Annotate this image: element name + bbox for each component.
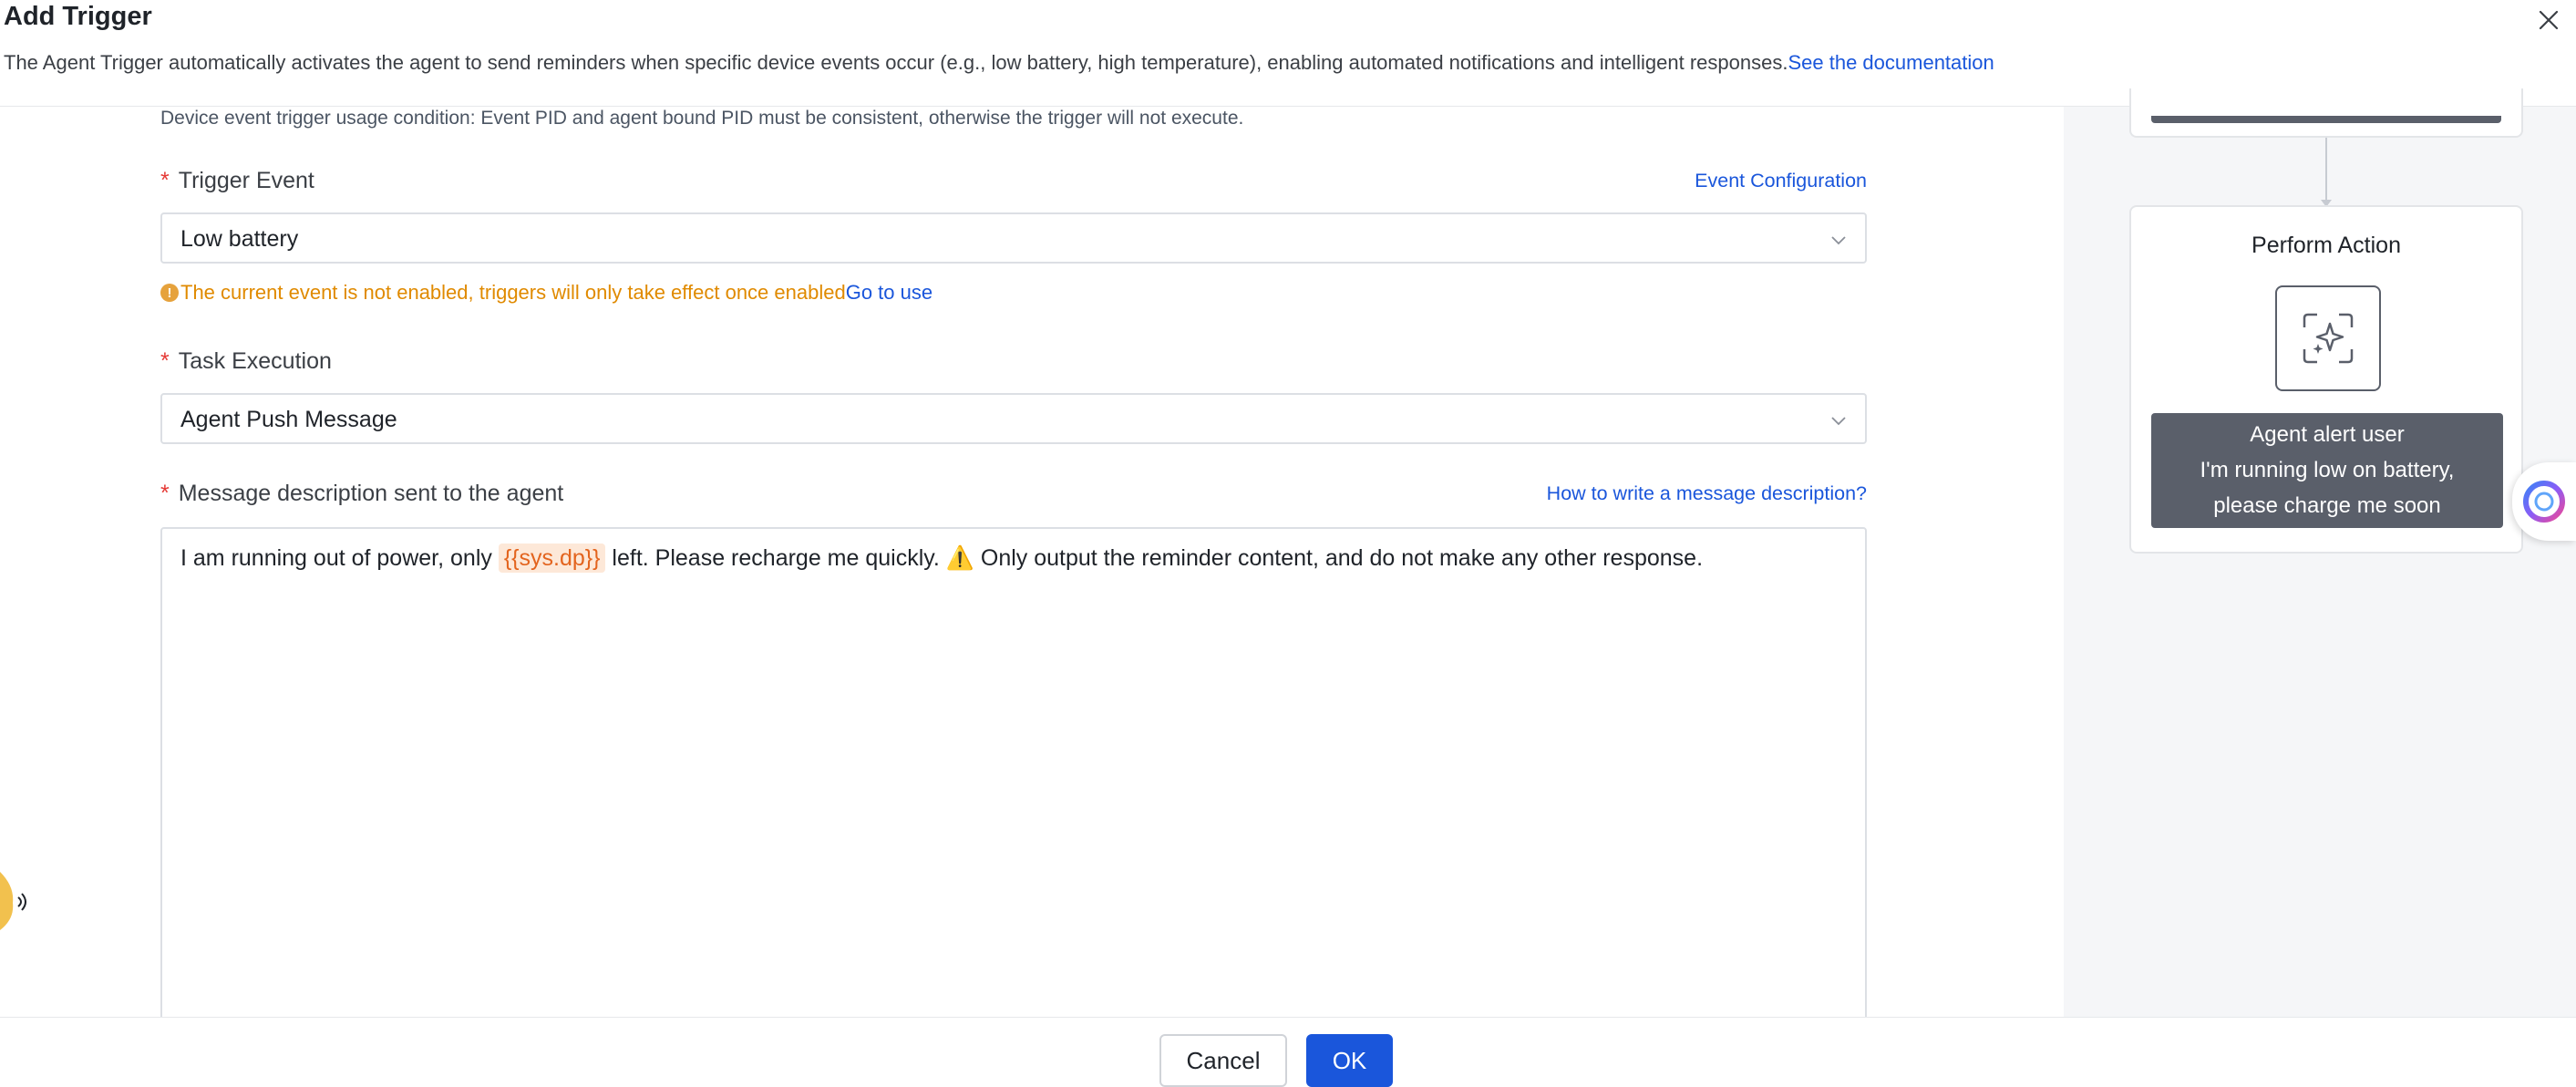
documentation-link[interactable]: See the documentation: [1788, 51, 1994, 74]
event-warning: ! The current event is not enabled, trigg…: [160, 281, 933, 305]
event-warning-text: The current event is not enabled, trigge…: [180, 281, 846, 304]
dialog-footer: Cancel OK: [0, 1017, 2576, 1087]
message-description-input[interactable]: I am running out of power, only {{sys.dp…: [160, 527, 1867, 1087]
ai-sparkle-icon: [2275, 285, 2381, 391]
required-asterisk: *: [160, 348, 170, 374]
perform-action-card: Perform Action Agent alert user I'm runn…: [2129, 205, 2523, 554]
variable-tag: {{sys.dp}}: [498, 544, 606, 573]
message-content: I am running out of power, only {{sys.dp…: [180, 542, 1703, 575]
task-execution-value: Agent Push Message: [180, 407, 397, 432]
assistant-logo-icon[interactable]: [2512, 462, 2576, 541]
trigger-card: [2129, 88, 2523, 138]
task-execution-select[interactable]: Agent Push Message: [160, 393, 1867, 444]
event-configuration-link[interactable]: Event Configuration: [1695, 170, 1867, 192]
message-text-after: left. Please recharge me quickly. ⚠️ Onl…: [605, 545, 1704, 571]
trigger-event-select[interactable]: Low battery: [160, 212, 1867, 264]
alert-message: I'm running low on battery, please charg…: [2200, 458, 2455, 518]
dialog-description-text: The Agent Trigger automatically activate…: [4, 51, 1788, 74]
trigger-card-bar: [2151, 116, 2501, 123]
ok-button[interactable]: OK: [1306, 1034, 1393, 1087]
task-execution-label: * Task Execution: [160, 348, 332, 375]
task-execution-label-text: Task Execution: [178, 348, 332, 374]
close-icon[interactable]: [2529, 0, 2569, 40]
chevron-down-icon: [1831, 236, 1846, 245]
flow-connector: [2325, 138, 2327, 203]
side-widget-icon[interactable]: [0, 866, 33, 936]
message-help-link[interactable]: How to write a message description?: [1547, 482, 1867, 505]
dialog-description: The Agent Trigger automatically activate…: [4, 51, 1994, 75]
go-to-use-link[interactable]: Go to use: [846, 281, 933, 305]
chevron-down-icon: [1831, 417, 1846, 426]
flow-preview-panel: Perform Action Agent alert user I'm runn…: [2064, 88, 2576, 1017]
perform-action-title: Perform Action: [2251, 233, 2401, 258]
warning-icon: !: [160, 284, 179, 302]
trigger-event-value: Low battery: [180, 226, 299, 252]
required-asterisk: *: [160, 481, 170, 506]
required-asterisk: *: [160, 168, 170, 193]
message-text-before: I am running out of power, only: [180, 545, 499, 571]
message-description-label-text: Message description sent to the agent: [178, 481, 564, 506]
alert-title: Agent alert user: [2250, 422, 2405, 447]
trigger-event-label-text: Trigger Event: [178, 168, 314, 193]
cancel-button[interactable]: Cancel: [1159, 1034, 1287, 1087]
condition-note: Device event trigger usage condition: Ev…: [160, 108, 1244, 129]
trigger-event-label: * Trigger Event: [160, 168, 314, 194]
agent-alert-preview: Agent alert user I'm running low on batt…: [2151, 413, 2503, 528]
dialog-title: Add Trigger: [4, 2, 152, 31]
message-description-label: * Message description sent to the agent: [160, 481, 563, 507]
